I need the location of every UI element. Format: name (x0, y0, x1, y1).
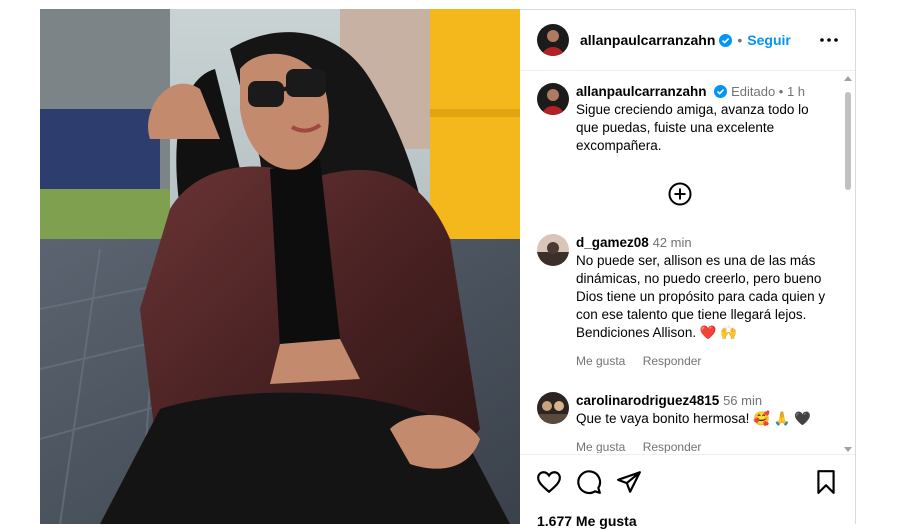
post-photo[interactable] (40, 9, 520, 524)
post-header: allanpaulcarranzahn • Seguir (520, 10, 855, 71)
verified-badge-icon (714, 85, 728, 98)
comment-reply-button[interactable]: Responder (643, 440, 702, 453)
scroll-up-arrow[interactable] (844, 76, 852, 81)
action-bar (536, 469, 839, 495)
author-username[interactable]: allanpaulcarranzahn (580, 32, 715, 48)
comment-time: 56 min (723, 393, 763, 408)
caption-edited: Editado (731, 84, 776, 99)
comment-avatar[interactable] (537, 234, 569, 266)
post-panel: allanpaulcarranzahn • Seguir allanpaulca… (520, 9, 856, 529)
comment-reply-button[interactable]: Responder (643, 354, 702, 368)
caption-username[interactable]: allanpaulcarranzahn (576, 84, 707, 99)
caption-time: 1 h (786, 84, 806, 99)
caption-avatar[interactable] (537, 83, 569, 115)
plus-circle-icon[interactable] (668, 182, 692, 206)
comment-text: No puede ser, allison es una de las más … (576, 253, 826, 340)
paper-plane-icon[interactable] (616, 469, 642, 495)
bookmark-icon[interactable] (813, 469, 839, 495)
follow-button[interactable]: Seguir (747, 32, 791, 48)
separator-dot: • (737, 32, 743, 48)
comment-text: Que te vaya bonito hermosa! 🥰 🙏 🖤 (576, 411, 812, 426)
comment-username[interactable]: carolinarodriguez4815 (576, 393, 719, 408)
comments-scrollbar[interactable] (844, 74, 852, 454)
heart-icon[interactable] (536, 469, 562, 495)
separator-dot: • (775, 84, 787, 99)
caption-item: allanpaulcarranzahn Editado • 1 h Sigue … (537, 83, 827, 155)
comment-icon[interactable] (576, 469, 602, 495)
comment-avatar[interactable] (537, 392, 569, 424)
caption-text: Sigue creciendo amiga, avanza todo lo qu… (576, 102, 809, 153)
comment-like-button[interactable]: Me gusta (576, 440, 625, 453)
verified-badge-icon (719, 33, 733, 47)
likes-count[interactable]: 1.677 Me gusta (537, 513, 637, 529)
comment-item: carolinarodriguez4815 56 min Que te vaya… (537, 392, 827, 453)
comment-item: d_gamez08 42 min No puede ser, allison e… (537, 234, 827, 370)
comment-time: 42 min (652, 235, 692, 250)
scroll-down-arrow[interactable] (844, 447, 852, 452)
post-footer: 1.677 Me gusta (520, 454, 855, 529)
post-photo-image (40, 9, 520, 524)
scrollbar-thumb[interactable] (845, 92, 851, 190)
comment-like-button[interactable]: Me gusta (576, 354, 625, 368)
comment-username[interactable]: d_gamez08 (576, 235, 649, 250)
comments-list[interactable]: allanpaulcarranzahn Editado • 1 h Sigue … (520, 71, 855, 453)
author-avatar[interactable] (537, 24, 569, 56)
more-options-icon[interactable] (817, 28, 841, 52)
